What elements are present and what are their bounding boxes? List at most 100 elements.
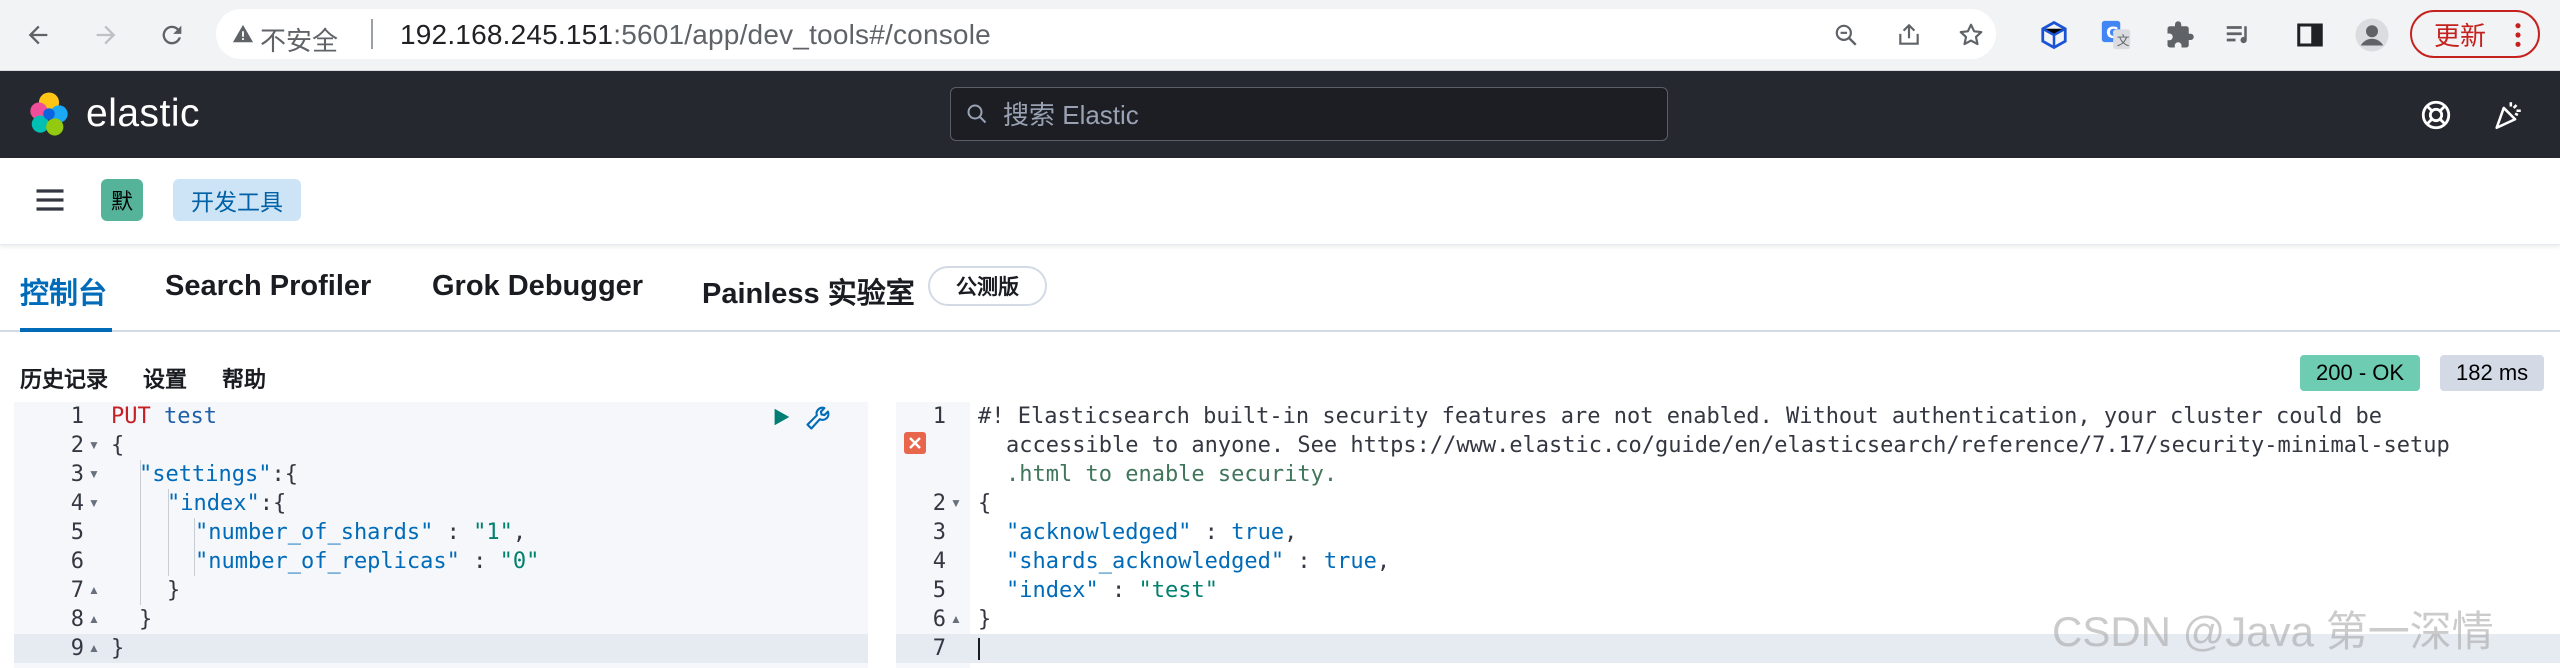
elastic-logo-icon [26,91,72,137]
reading-list-icon[interactable] [2220,17,2256,53]
error-marker-icon[interactable] [904,432,926,454]
search-input[interactable] [1001,99,1645,131]
space-avatar[interactable]: 默 [101,179,143,221]
zoom-icon[interactable] [1833,22,1859,48]
forward-icon[interactable] [86,15,126,55]
code-line: } [139,607,153,632]
fold-toggle-icon[interactable]: ▲ [88,605,100,634]
settings-link[interactable]: 设置 [143,362,187,394]
code-line: } [978,607,992,632]
global-search[interactable] [950,87,1668,141]
line-number: 5 [932,578,946,603]
request-line: PUT test [111,402,217,431]
back-icon[interactable] [18,15,58,55]
breadcrumb-bar: 默 开发工具 [0,158,2560,245]
kibana-header: elastic [0,71,2560,158]
json-punct: : [459,549,500,574]
json-value: true [1323,549,1377,574]
fold-toggle-icon[interactable]: ▼ [950,489,962,518]
fold-toggle-icon[interactable]: ▲ [88,634,100,663]
line-number: 9 [70,636,84,661]
active-tab-indicator [20,328,112,332]
help-lifebuoy-icon[interactable] [2416,95,2456,135]
text-cursor [978,638,980,660]
side-panel-icon[interactable] [2292,17,2328,53]
line-number: 8 [70,607,84,632]
line-number: 7 [932,636,946,661]
code-line: } [111,636,125,661]
tab-painless-lab[interactable]: Painless 实验室 [702,270,915,312]
profile-avatar-icon[interactable] [2354,17,2390,53]
line-number: 6 [932,607,946,632]
json-punct: :{ [271,462,298,487]
line-number: 2 [932,491,946,516]
warning-text: #! Elasticsearch built-in security featu… [978,404,2382,429]
tab-console[interactable]: 控制台 [20,270,107,312]
address-bar[interactable]: 不安全 192.168.245.151:5601/app/dev_tools#/… [216,9,1996,59]
request-editor[interactable]: 1 2 3 4 5 6 7 8 9 ▼ ▼ ▼ ▲ ▲ ▲ PUT test {… [14,402,868,668]
breadcrumb[interactable]: 开发工具 [173,179,301,221]
bookmark-star-icon[interactable] [1958,22,1984,48]
tab-grok-debugger[interactable]: Grok Debugger [432,270,643,303]
fold-toggle-icon[interactable]: ▼ [88,460,100,489]
beta-badge: 公测版 [928,266,1047,306]
code-line: "settings":{ [139,460,298,489]
warning-text: .html to enable security. [1006,462,1338,487]
dev-tools-tabs: 控制台 Search Profiler Grok Debugger Painle… [0,250,2560,332]
json-key: "acknowledged" [1006,520,1192,545]
extensions-puzzle-icon[interactable] [2162,17,2198,53]
response-time-badge: 182 ms [2440,355,2545,391]
share-icon[interactable] [1896,22,1922,48]
send-request-icon[interactable] [770,406,792,428]
warning-text: accessible to anyone. See https://www.el… [1006,433,2450,458]
update-label: 更新 [2434,20,2487,51]
json-value: "1" [473,520,513,545]
tab-search-profiler[interactable]: Search Profiler [165,270,371,303]
line-number: 1 [70,404,84,429]
security-label[interactable]: 不安全 [260,21,338,58]
browser-toolbar: 不安全 192.168.245.151:5601/app/dev_tools#/… [0,0,2560,71]
history-link[interactable]: 历史记录 [20,362,108,394]
json-punct: : [1284,549,1324,574]
fold-toggle-icon[interactable]: ▼ [88,489,100,518]
fold-toggle-icon[interactable]: ▲ [88,576,100,605]
json-key: "number_of_replicas" [195,549,460,574]
json-value: "test" [1138,578,1218,603]
reload-icon[interactable] [152,15,192,55]
code-line: { [978,491,992,516]
line-number: 1 [932,404,946,429]
svg-text:文: 文 [2117,34,2130,49]
url-text[interactable]: 192.168.245.151:5601/app/dev_tools#/cons… [400,19,991,51]
fold-toggle-icon[interactable]: ▲ [950,605,962,634]
more-vert-icon[interactable] [2514,21,2522,49]
help-link[interactable]: 帮助 [222,362,266,394]
url-path: :5601/app/dev_tools#/console [613,19,991,50]
json-punct: :{ [259,491,287,516]
editor-resize-handle[interactable] [868,402,896,668]
translate-icon[interactable]: G文 [2098,17,2134,53]
wrench-icon[interactable] [804,404,832,432]
update-button[interactable]: 更新 [2410,10,2540,58]
request-method: PUT [111,404,151,429]
elastic-home-link[interactable]: elastic [26,91,200,137]
code-line: "acknowledged" : true, [1006,518,1297,547]
warning-icon[interactable] [232,23,254,45]
code-line: "number_of_shards" : "1", [195,518,526,547]
search-icon [965,102,989,126]
brand-wordmark: elastic [86,92,201,135]
newsfeed-cheer-icon[interactable] [2488,95,2528,135]
json-key: "settings" [139,462,272,487]
active-line-highlight [14,634,868,663]
code-line: { [111,433,125,458]
status-badge: 200 - OK [2300,355,2421,391]
code-line: } [167,578,181,603]
extension-cube-icon[interactable] [2036,17,2072,53]
json-punct: : [1191,520,1232,545]
request-path: test [164,404,217,429]
fold-toggle-icon[interactable]: ▼ [88,431,100,460]
code-line: "number_of_replicas" : "0" [195,547,539,576]
code-line: "index":{ [167,489,286,518]
hamburger-menu-icon[interactable] [32,182,68,218]
watermark: CSDN @Java 第一深情 [2052,608,2494,655]
line-number: 5 [70,520,84,545]
